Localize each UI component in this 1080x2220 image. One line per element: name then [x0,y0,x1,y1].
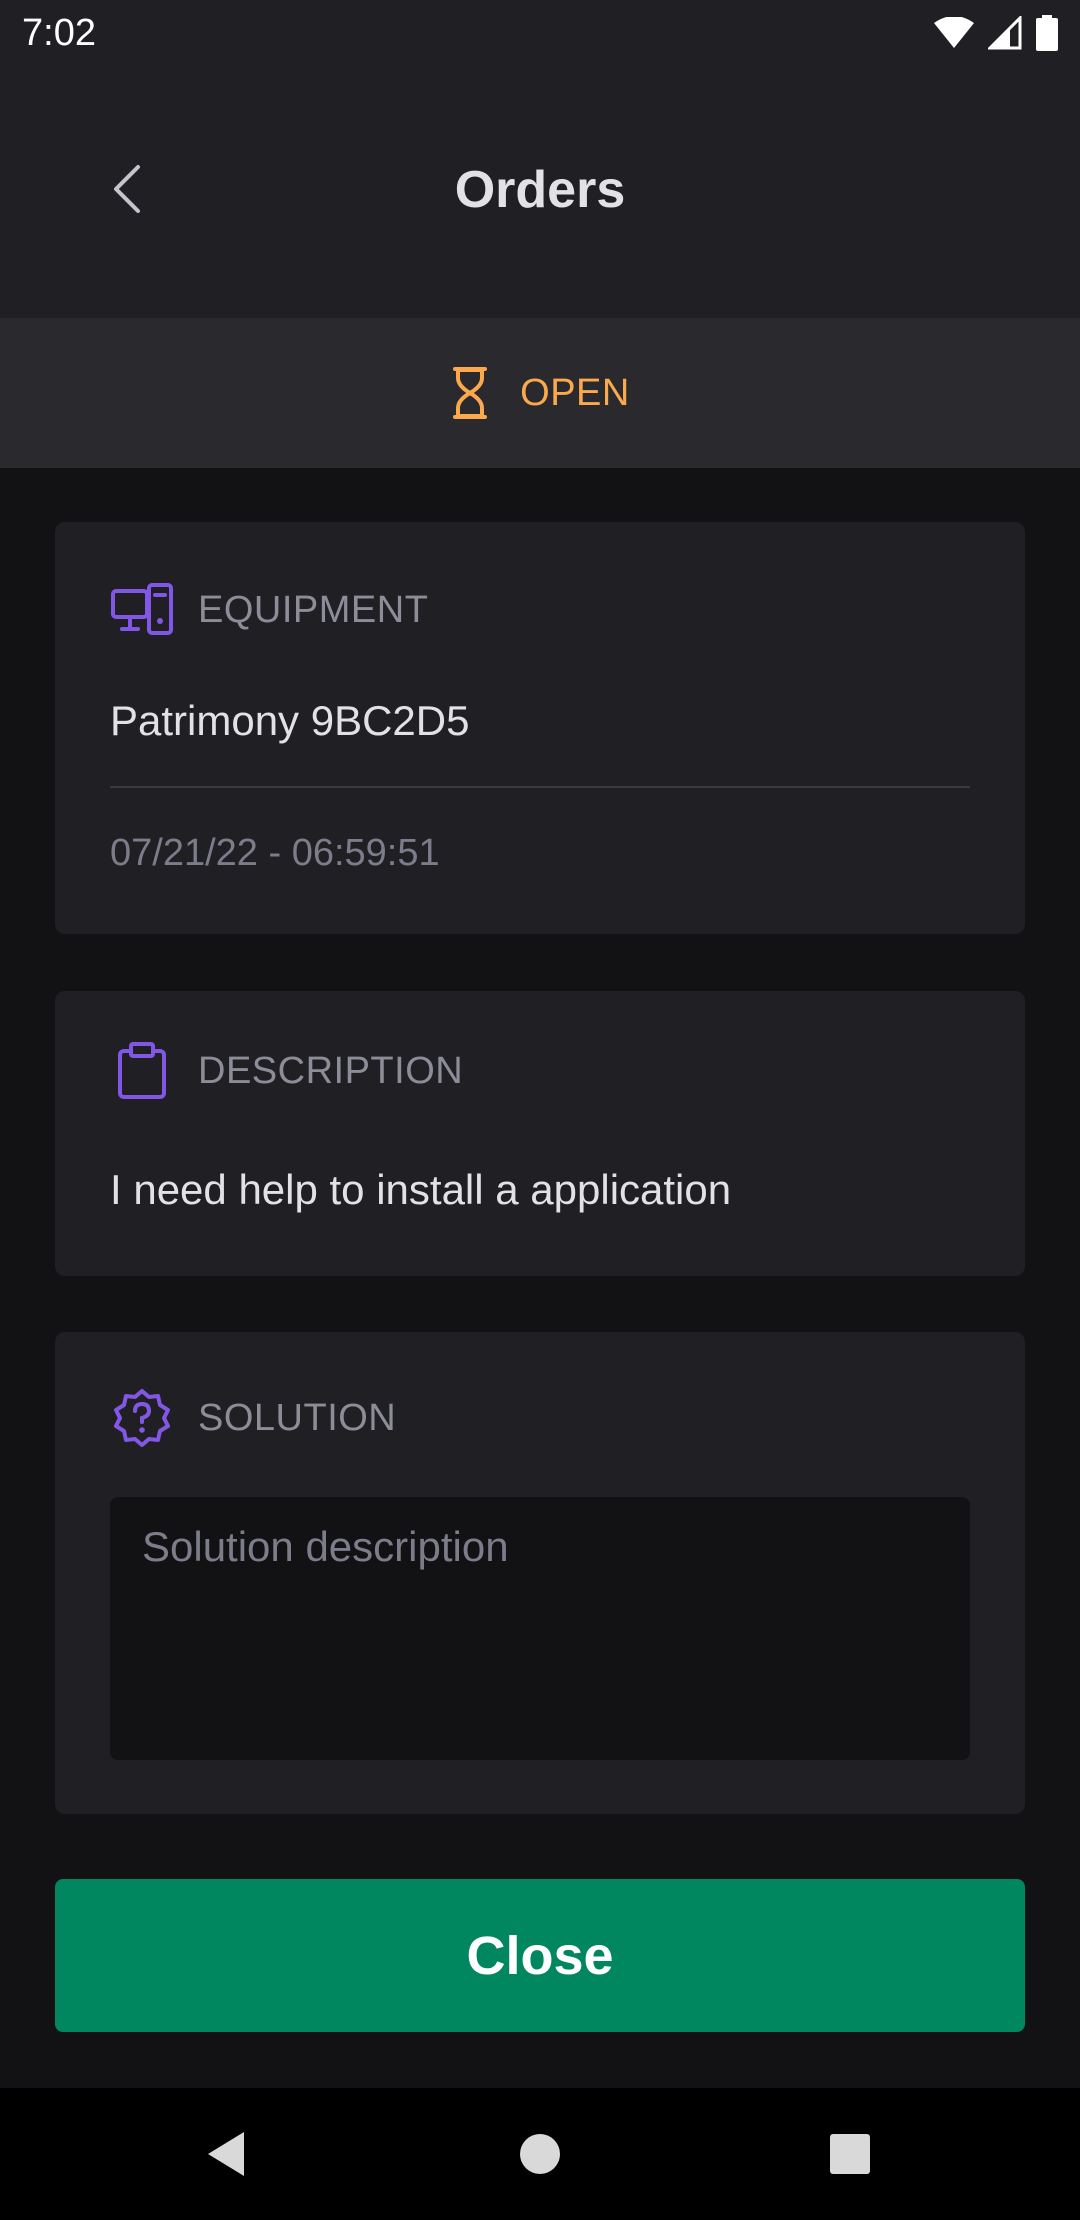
description-label: DESCRIPTION [198,1049,464,1092]
help-badge-icon [110,1386,174,1450]
desktop-computer-icon [110,578,174,642]
equipment-card-header: EQUIPMENT [110,578,428,642]
order-status-label: OPEN [520,371,630,414]
nav-home-button[interactable] [510,2124,570,2184]
equipment-card: EQUIPMENT Patrimony 9BC2D5 07/21/22 - 06… [55,522,1025,934]
square-recents-icon [830,2134,870,2174]
nav-recents-button[interactable] [820,2124,880,2184]
page-title: Orders [454,161,626,219]
cellular-signal-icon [988,16,1022,50]
description-card-header: DESCRIPTION [110,1039,463,1103]
solution-input[interactable] [110,1497,970,1760]
battery-icon [1036,15,1058,51]
solution-label: SOLUTION [198,1396,397,1439]
solution-card: SOLUTION [55,1332,1025,1814]
status-icons [934,14,1058,52]
hourglass-icon [453,367,488,419]
solution-card-header: SOLUTION [110,1386,396,1450]
order-details-screen: 7:02 Orders OPEN EQUIPMENT Patrimony 9BC… [0,0,1080,2220]
system-nav-bar [0,2088,1080,2220]
equipment-value: Patrimony 9BC2D5 [110,697,470,744]
order-timestamp: 07/21/22 - 06:59:51 [110,832,440,874]
description-card: DESCRIPTION I need help to install a app… [55,991,1025,1276]
status-time: 7:02 [22,12,96,54]
equipment-label: EQUIPMENT [198,588,429,631]
status-bar: 7:02 [0,0,1080,66]
wifi-icon [934,17,974,48]
triangle-back-icon [208,2132,244,2176]
nav-back-button[interactable] [196,2124,256,2184]
app-header: Orders [0,66,1080,318]
circle-home-icon [520,2134,560,2174]
description-value: I need help to install a application [110,1166,732,1213]
divider [110,786,970,788]
close-order-button[interactable]: Close [55,1879,1025,2032]
clipboard-icon [110,1039,174,1103]
order-status-banner: OPEN [0,318,1080,468]
